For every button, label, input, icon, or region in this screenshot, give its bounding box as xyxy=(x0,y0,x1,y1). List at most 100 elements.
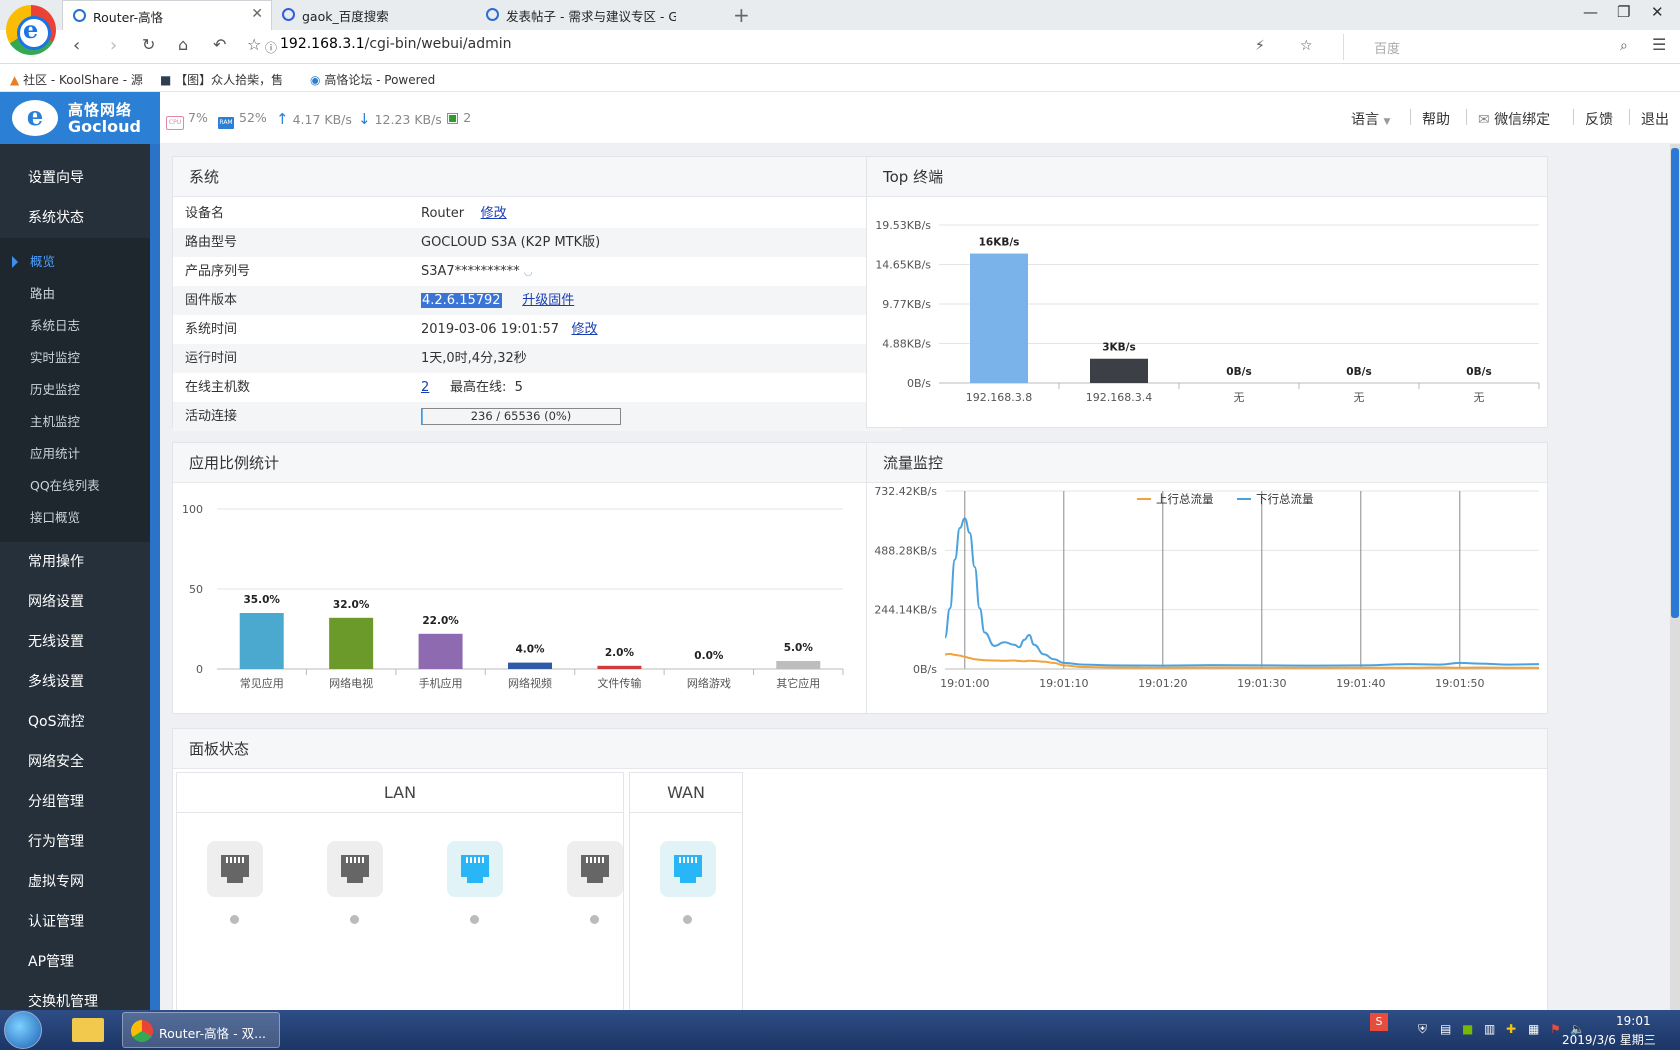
sogou-icon[interactable]: S xyxy=(1370,1013,1388,1031)
minimize-icon[interactable]: — xyxy=(1583,3,1598,21)
language-menu[interactable]: 语言 ▼ xyxy=(1351,109,1390,129)
eye-icon[interactable]: ◡ xyxy=(524,267,533,278)
label: 设备名 xyxy=(185,206,225,221)
upgrade-firmware-link[interactable]: 升级固件 xyxy=(522,293,574,308)
y-tick-label: 100 xyxy=(182,503,203,516)
feedback-link[interactable]: 反馈 xyxy=(1585,109,1613,129)
bookmark-zhongren[interactable]: ■ 【图】众人拾柴，售 xyxy=(160,71,283,88)
bookmark-star-icon[interactable]: ☆ xyxy=(247,35,261,54)
new-tab-icon[interactable]: + xyxy=(733,3,750,27)
sidebar-item-switch-management[interactable]: 交换机管理 xyxy=(0,982,160,1010)
network-icon[interactable]: ▥ xyxy=(1484,1022,1495,1036)
x-tick-label: 文件传输 xyxy=(597,676,641,690)
clock-date[interactable]: 2019/3/6 星期三 xyxy=(1562,1031,1656,1048)
device-name-value: Router xyxy=(421,206,465,221)
sidebar-item-system-status[interactable]: 系统状态 xyxy=(0,198,160,238)
sidebar-item-multiline-settings[interactable]: 多线设置 xyxy=(0,662,160,702)
sidebar-item-group-management[interactable]: 分组管理 xyxy=(0,782,160,822)
flag-icon[interactable]: ⚑ xyxy=(1550,1022,1561,1036)
sidebar-item-wireless-settings[interactable]: 无线设置 xyxy=(0,622,160,662)
shield-icon[interactable]: ⛨ xyxy=(1418,1022,1427,1037)
sidebar-item-qos[interactable]: QoS流控 xyxy=(0,702,160,742)
url-field[interactable]: 192.168.3.1/cgi-bin/webui/admin xyxy=(280,36,512,52)
x-tick-label: 19:01:00 xyxy=(940,677,989,690)
pc-icon[interactable]: ▦ xyxy=(1528,1022,1539,1036)
bookmark-koolshare[interactable]: ▲ 社区 - KoolShare - 源 xyxy=(10,71,143,88)
row-serial: 产品序列号 S3A7********** ◡ xyxy=(173,257,902,286)
row-uptime: 运行时间 1天,0时,4分,32秒 xyxy=(173,344,902,373)
sidebar-item-history-monitor[interactable]: 历史监控 xyxy=(0,374,160,406)
restore-icon[interactable]: ❐ xyxy=(1617,3,1630,21)
search-input[interactable]: 百度 xyxy=(1343,34,1643,60)
close-window-icon[interactable]: ✕ xyxy=(1651,3,1664,21)
close-tab-icon[interactable]: ✕ xyxy=(251,6,263,22)
start-button-icon[interactable] xyxy=(4,1011,42,1049)
forward-icon[interactable]: › xyxy=(110,35,117,56)
ethernet-port-icon xyxy=(207,841,263,897)
undo-close-icon[interactable]: ↶ xyxy=(213,35,226,54)
usb-icon[interactable]: ▤ xyxy=(1440,1022,1451,1036)
row-firmware: 固件版本 4.2.6.15792 升级固件 xyxy=(173,286,902,315)
file-explorer-icon[interactable] xyxy=(64,1012,112,1048)
windows-taskbar: Router-高恪 - 双... S ⛨ ▤ ■ ▥ ✚ ▦ ⚑ 🔈 19:01… xyxy=(0,1010,1680,1050)
sidebar-item-app-stats[interactable]: 应用统计 xyxy=(0,438,160,470)
data-label: 22.0% xyxy=(422,615,459,627)
sidebar-item-route[interactable]: 路由 xyxy=(0,278,160,310)
sidebar-item-qq-online[interactable]: QQ在线列表 xyxy=(0,470,160,502)
tab-forum[interactable]: 发表帖子 - 需求与建议专区 - GOC xyxy=(476,0,676,30)
y-tick-label: 50 xyxy=(189,583,203,596)
reload-icon[interactable]: ↻ xyxy=(142,35,155,54)
sidebar: 设置向导 系统状态 概览 路由 系统日志 实时监控 历史监控 主机监控 应用统计… xyxy=(0,144,160,1010)
nvidia-icon[interactable]: ■ xyxy=(1462,1022,1473,1036)
edit-device-name-link[interactable]: 修改 xyxy=(481,206,507,221)
wechat-bind-link[interactable]: ✉ 微信绑定 xyxy=(1478,109,1550,129)
sidebar-item-common-ops[interactable]: 常用操作 xyxy=(0,542,160,582)
info-icon[interactable]: ⓘ xyxy=(265,39,277,56)
clock-time[interactable]: 19:01 xyxy=(1616,1014,1651,1028)
taskbar-browser-window[interactable]: Router-高恪 - 双... xyxy=(122,1012,280,1048)
sidebar-item-vpn[interactable]: 虚拟专网 xyxy=(0,862,160,902)
monitor-check-icon: ▣ xyxy=(446,110,460,126)
panel-title: Top 终端 xyxy=(867,157,1547,197)
sidebar-item-system-log[interactable]: 系统日志 xyxy=(0,310,160,342)
online-hosts-link[interactable]: 2 xyxy=(421,380,429,395)
sidebar-scrollbar[interactable] xyxy=(150,144,160,1010)
sidebar-item-realtime-monitor[interactable]: 实时监控 xyxy=(0,342,160,374)
x-tick-label: 192.168.3.4 xyxy=(1086,391,1152,404)
sidebar-item-auth-management[interactable]: 认证管理 xyxy=(0,902,160,942)
port-status-dot xyxy=(230,915,239,924)
back-icon[interactable]: ‹ xyxy=(73,35,80,56)
brand-logo[interactable]: e 高恪网络 Gocloud xyxy=(0,92,160,144)
sidebar-item-network-security[interactable]: 网络安全 xyxy=(0,742,160,782)
lightning-icon[interactable]: ⚡ xyxy=(1255,38,1265,54)
home-icon[interactable]: ⌂ xyxy=(178,35,188,54)
plus-icon[interactable]: ✚ xyxy=(1506,1022,1516,1036)
clients-stat[interactable]: ▣ 2 xyxy=(446,110,471,126)
divider xyxy=(1629,109,1630,125)
tab-router[interactable]: Router-高恪 ✕ xyxy=(62,0,272,30)
sidebar-item-setup-wizard[interactable]: 设置向导 xyxy=(0,158,160,198)
sidebar-item-host-monitor[interactable]: 主机监控 xyxy=(0,406,160,438)
label: 活动连接 xyxy=(185,409,238,424)
sidebar-item-ap-management[interactable]: AP管理 xyxy=(0,942,160,982)
label: 固件版本 xyxy=(185,293,238,308)
logout-link[interactable]: 退出 xyxy=(1641,109,1669,129)
menu-icon[interactable]: ☰ xyxy=(1652,35,1666,54)
port-status-dot xyxy=(470,915,479,924)
scroll-thumb[interactable] xyxy=(1671,148,1679,618)
tab-title: 发表帖子 - 需求与建议专区 - GOC xyxy=(506,9,676,24)
sidebar-item-behavior-management[interactable]: 行为管理 xyxy=(0,822,160,862)
row-model: 路由型号 GOCLOUD S3A (K2P MTK版) xyxy=(173,228,902,257)
bookmark-gaoke[interactable]: ◉ 高恪论坛 - Powered xyxy=(310,71,435,88)
tab-title: Router-高恪 xyxy=(93,10,164,25)
edit-time-link[interactable]: 修改 xyxy=(571,322,597,337)
favorite-icon[interactable]: ☆ xyxy=(1300,38,1313,54)
search-icon[interactable]: ⌕ xyxy=(1620,38,1628,54)
sidebar-item-overview[interactable]: 概览 xyxy=(0,246,160,278)
panel-title: 流量监控 xyxy=(867,443,1547,483)
sidebar-item-network-settings[interactable]: 网络设置 xyxy=(0,582,160,622)
sidebar-item-interface-overview[interactable]: 接口概览 xyxy=(0,502,160,534)
content-scrollbar[interactable] xyxy=(1670,144,1680,1010)
help-link[interactable]: 帮助 xyxy=(1422,109,1450,129)
tab-baidu[interactable]: gaok_百度搜索 xyxy=(272,0,482,30)
